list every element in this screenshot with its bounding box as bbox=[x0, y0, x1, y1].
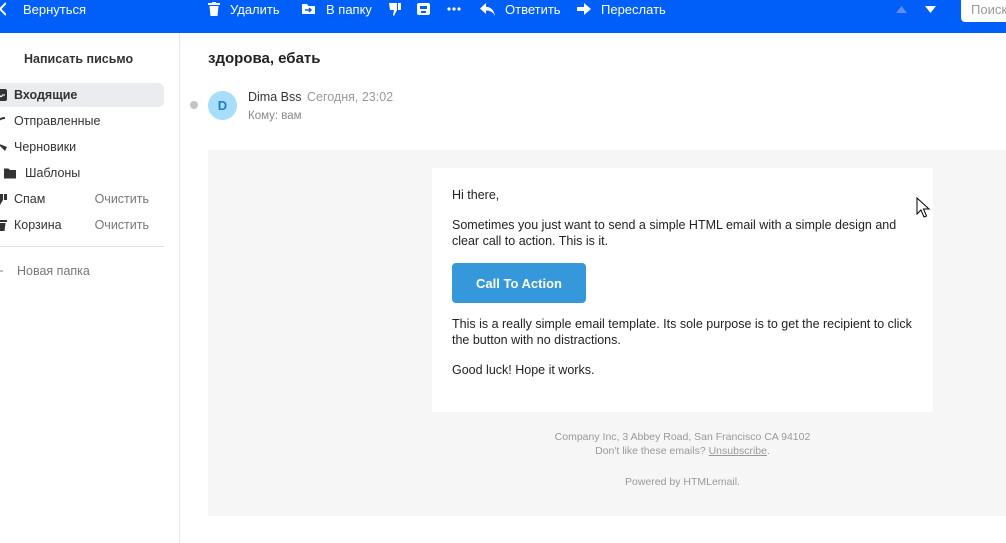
folder-icon bbox=[4, 168, 16, 179]
clear-trash-button[interactable]: Очистить bbox=[95, 218, 149, 232]
plus-icon bbox=[0, 270, 3, 272]
footer-dont-like: Don't like these emails? bbox=[595, 445, 706, 457]
email-intro: Sometimes you just want to send a simple… bbox=[452, 218, 897, 248]
reply-button[interactable]: Ответить bbox=[480, 0, 561, 18]
move-to-folder-icon bbox=[302, 4, 315, 14]
read-status-dot[interactable] bbox=[190, 101, 198, 109]
sidebar-item-label: Спам bbox=[14, 192, 46, 206]
sidebar-item-trash[interactable]: Корзина Очистить bbox=[0, 213, 164, 237]
sidebar-item-templates[interactable]: Шаблоны bbox=[0, 161, 164, 185]
inbox-icon bbox=[0, 89, 7, 101]
archive-button[interactable] bbox=[417, 0, 430, 18]
avatar[interactable]: D bbox=[208, 91, 237, 120]
back-button[interactable]: Вернуться bbox=[0, 0, 86, 18]
email-greeting: Hi there, bbox=[452, 188, 500, 202]
sidebar-item-drafts[interactable]: Черновики bbox=[0, 135, 164, 159]
message-subject: здорова, ебать bbox=[208, 50, 321, 67]
sidebar-item-sent[interactable]: Отправленные bbox=[0, 109, 164, 133]
spam-button[interactable] bbox=[389, 0, 401, 18]
move-to-folder-button[interactable]: В папку bbox=[302, 0, 372, 18]
call-to-action-button[interactable]: Call To Action bbox=[452, 263, 586, 303]
sidebar-item-inbox[interactable]: Входящие bbox=[0, 83, 164, 107]
email-card: Hi there, Sometimes you just want to sen… bbox=[432, 168, 933, 412]
sidebar-divider bbox=[0, 246, 164, 247]
clear-spam-button[interactable]: Очистить bbox=[95, 192, 149, 206]
next-message-icon bbox=[925, 5, 936, 13]
compose-button[interactable]: Написать письмо bbox=[0, 44, 150, 74]
trash-icon bbox=[0, 220, 7, 231]
prev-message-icon bbox=[896, 5, 907, 13]
prev-message-button[interactable] bbox=[896, 0, 907, 18]
footer-address: Company Inc, 3 Abbey Road, San Francisco… bbox=[554, 431, 811, 443]
search-input[interactable]: Поиск bbox=[961, 0, 1006, 22]
sidebar: Написать письмо Входящие Отправленные Че… bbox=[0, 33, 180, 543]
sidebar-item-spam[interactable]: Спам Очистить bbox=[0, 187, 164, 211]
archive-icon bbox=[417, 3, 430, 15]
drafts-icon bbox=[0, 144, 7, 151]
sidebar-item-label: Отправленные bbox=[14, 114, 101, 128]
back-label: Вернуться bbox=[23, 1, 87, 17]
message-time: Сегодня, 23:02 bbox=[306, 90, 394, 104]
email-body-text: This is a really simple email template. … bbox=[452, 317, 912, 347]
forward-label: Переслать bbox=[601, 1, 666, 17]
sidebar-item-label: Входящие bbox=[14, 88, 78, 102]
more-button[interactable] bbox=[447, 0, 461, 18]
sidebar-item-label: Корзина bbox=[14, 218, 62, 232]
recipient: Кому: вам bbox=[248, 110, 302, 122]
delete-button[interactable]: Удалить bbox=[208, 0, 280, 18]
sidebar-item-label: Черновики bbox=[14, 140, 77, 154]
forward-button[interactable]: Переслать bbox=[577, 0, 666, 18]
sidebar-item-label: Шаблоны bbox=[25, 166, 81, 180]
trash-icon bbox=[208, 2, 220, 16]
forward-icon bbox=[577, 3, 591, 15]
back-arrow-icon bbox=[0, 2, 6, 16]
footer-powered-by: Powered by HTMLemail. bbox=[625, 476, 740, 488]
unsubscribe-link[interactable]: Unsubscribe bbox=[709, 445, 767, 457]
toolbar: Вернуться Удалить В папку Ответить Перес… bbox=[0, 0, 1006, 33]
new-folder-label: Новая папка bbox=[17, 264, 90, 278]
next-message-button[interactable] bbox=[925, 0, 936, 18]
reply-icon bbox=[480, 2, 495, 16]
footer-period: . bbox=[766, 445, 770, 457]
email-closing: Good luck! Hope it works. bbox=[452, 363, 595, 377]
sender-name[interactable]: Dima Bss bbox=[248, 90, 301, 104]
delete-label: Удалить bbox=[230, 1, 280, 17]
move-label: В папку bbox=[326, 1, 372, 17]
footer-unsubscribe-line: Don't like these emails? Unsubscribe. bbox=[432, 445, 933, 457]
search-placeholder: Поиск bbox=[971, 2, 1006, 17]
sender-info: Dima Bss Сегодня, 23:02 bbox=[248, 90, 393, 104]
mouse-cursor-icon bbox=[916, 197, 930, 218]
avatar-letter: D bbox=[217, 98, 228, 113]
spam-icon bbox=[0, 194, 7, 205]
more-icon bbox=[447, 7, 461, 11]
sent-icon bbox=[0, 117, 6, 121]
reply-label: Ответить bbox=[505, 1, 561, 17]
dislike-icon bbox=[389, 3, 401, 16]
